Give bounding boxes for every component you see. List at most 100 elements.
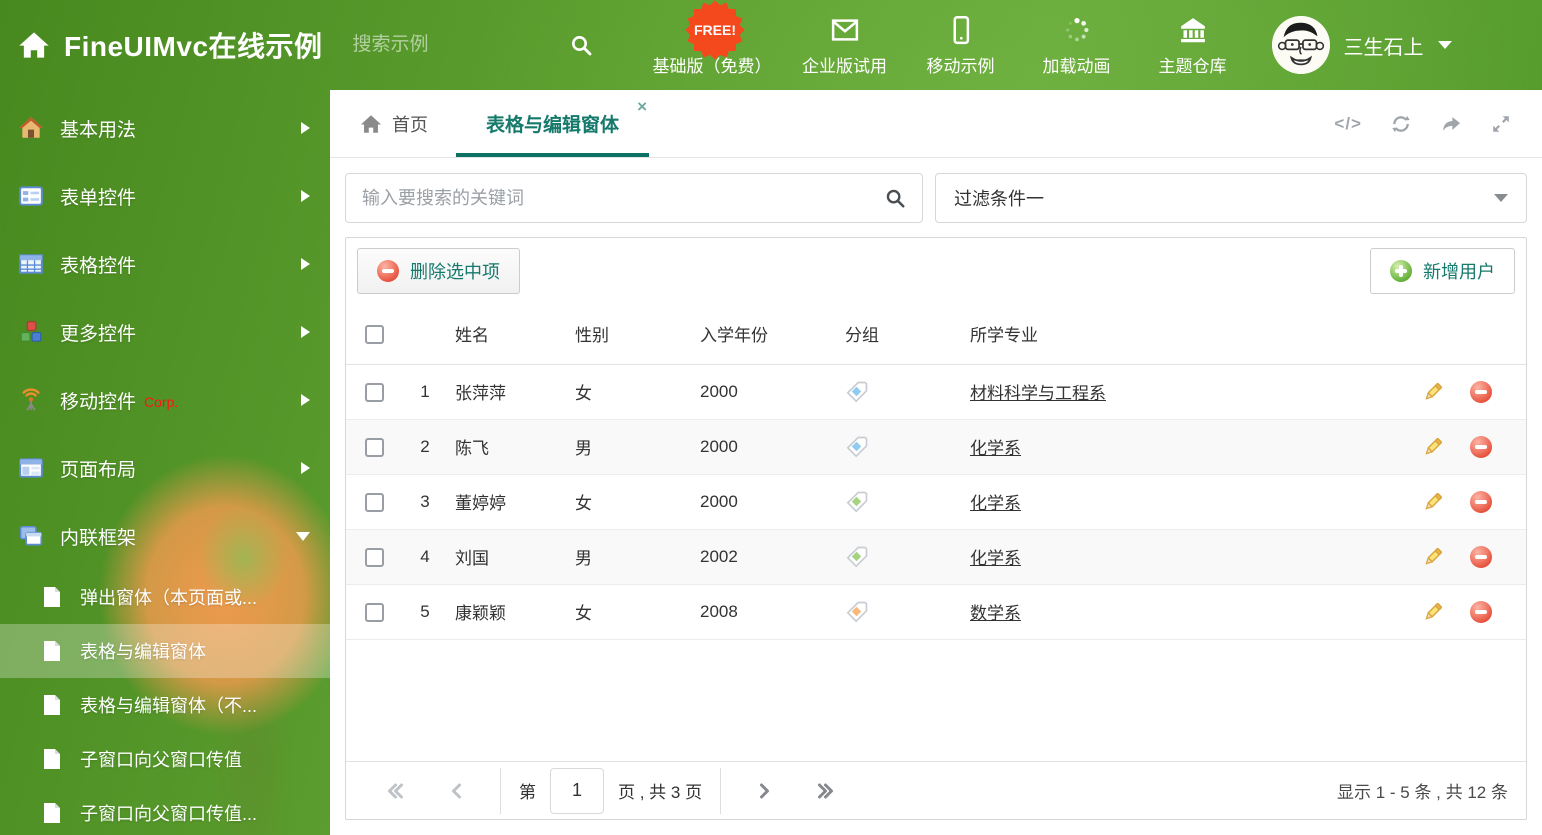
tab-label: 首页 [392, 114, 428, 135]
row-checkbox[interactable] [364, 382, 384, 402]
major-link[interactable]: 材料科学与工程系 [970, 384, 1106, 403]
tab-tools: </> [1334, 90, 1542, 157]
chevron-right-icon [301, 258, 310, 270]
plus-circle-icon [1390, 260, 1412, 282]
envelope-icon [830, 13, 860, 45]
major-link[interactable]: 化学系 [970, 494, 1021, 513]
table-row: 4 刘国 男 2002 化学系 [346, 529, 1526, 585]
delete-selected-button[interactable]: 删除选中项 [357, 248, 520, 294]
delete-icon[interactable] [1470, 435, 1492, 458]
fullscreen-icon[interactable] [1490, 113, 1512, 135]
sidebar-subitem-grid-edit-window-2[interactable]: 表格与编辑窗体（不... [0, 678, 330, 732]
close-icon[interactable]: × [637, 98, 647, 115]
edit-icon[interactable] [1421, 380, 1445, 404]
chevron-right-icon [301, 122, 310, 134]
user-menu[interactable]: 三生石上 [1271, 16, 1452, 74]
refresh-icon[interactable] [1390, 113, 1412, 135]
sidebar-subitem-child-to-parent-2[interactable]: 子窗口向父窗口传值... [0, 786, 330, 835]
delete-icon[interactable] [1470, 380, 1492, 403]
row-checkbox[interactable] [364, 547, 384, 567]
sidebar-subitem-grid-edit-window[interactable]: 表格与编辑窗体 [0, 624, 330, 678]
nav-theme-repo[interactable]: 主题仓库 [1150, 13, 1236, 77]
prev-page-button[interactable] [439, 779, 475, 803]
add-user-button[interactable]: 新增用户 [1370, 248, 1515, 294]
grid-toolbar: 删除选中项 新增用户 [346, 238, 1526, 304]
caret-down-icon [1437, 41, 1452, 49]
share-icon[interactable] [1440, 113, 1462, 135]
row-checkbox[interactable] [364, 492, 384, 512]
free-badge-label: FREE! [694, 22, 736, 38]
major-link[interactable]: 化学系 [970, 439, 1021, 458]
delete-icon[interactable] [1470, 545, 1492, 568]
major-link[interactable]: 数学系 [970, 604, 1021, 623]
caret-down-icon [1494, 194, 1508, 202]
page-number-input[interactable] [550, 767, 604, 814]
select-all-checkbox[interactable] [364, 324, 384, 344]
user-table: 姓名 性别 入学年份 分组 所学专业 1 张萍萍 女 2000 材料科学与工程系… [346, 304, 1526, 640]
sidebar-item-page-layout[interactable]: 页面布局 [0, 434, 330, 502]
col-year: 入学年份 [693, 304, 838, 365]
header-search-input[interactable] [352, 34, 503, 56]
sidebar-item-form-controls[interactable]: 表单控件 [0, 162, 330, 230]
sidebar-subitem-child-to-parent[interactable]: 子窗口向父窗口传值 [0, 732, 330, 786]
tab-home[interactable]: 首页 [360, 90, 428, 157]
source-code-icon[interactable]: </> [1334, 114, 1362, 134]
sidebar-item-more-controls[interactable]: 更多控件 [0, 298, 330, 366]
tab-bar: 首页 表格与编辑窗体 × </> [330, 90, 1542, 158]
filter-dropdown[interactable]: 过滤条件一 [935, 173, 1527, 223]
avatar [1271, 16, 1330, 74]
col-group: 分组 [838, 304, 963, 365]
filter-dropdown-value: 过滤条件一 [954, 189, 1044, 209]
table-row: 3 董婷婷 女 2000 化学系 [346, 474, 1526, 530]
major-link[interactable]: 化学系 [970, 549, 1021, 568]
last-page-button[interactable] [808, 779, 844, 803]
sidebar-item-grid-controls[interactable]: 表格控件 [0, 230, 330, 298]
delete-icon[interactable] [1470, 600, 1492, 623]
edit-icon[interactable] [1421, 435, 1445, 459]
next-page-button[interactable] [746, 779, 782, 803]
brand[interactable]: FineUIMvc在线示例 [0, 25, 323, 65]
first-page-button[interactable] [377, 779, 413, 803]
col-gender: 性别 [568, 304, 693, 365]
page-prefix: 第 [519, 783, 536, 802]
nav-loading-animations[interactable]: 加载动画 [1034, 13, 1120, 77]
table-header-row: 姓名 性别 入学年份 分组 所学专业 [346, 304, 1526, 365]
edit-icon[interactable] [1421, 600, 1445, 624]
sidebar-item-basic-usage[interactable]: 基本用法 [0, 94, 330, 162]
free-badge: FREE! [685, 0, 745, 60]
col-name: 姓名 [448, 304, 568, 365]
search-icon[interactable] [884, 187, 906, 209]
record-count-info: 显示 1 - 5 条 , 共 12 条 [1337, 783, 1508, 802]
antenna-icon [18, 387, 44, 413]
tag-icon [845, 545, 869, 569]
file-icon [42, 748, 62, 770]
grid-spacer [346, 640, 1526, 762]
sidebar-item-mobile-controls[interactable]: 移动控件 Corp. [0, 366, 330, 434]
sidebar-subitem-popup-window[interactable]: 弹出窗体（本页面或... [0, 570, 330, 624]
edit-icon[interactable] [1421, 490, 1445, 514]
frames-icon [18, 523, 44, 549]
search-icon[interactable] [569, 33, 593, 57]
header-search [352, 33, 593, 57]
content-area: 过滤条件一 删除选中项 新增用户 [330, 158, 1542, 835]
nav-label: 主题仓库 [1158, 57, 1227, 76]
phone-icon [946, 13, 976, 45]
tab-grid-edit-window[interactable]: 表格与编辑窗体 × [456, 90, 650, 157]
row-checkbox[interactable] [364, 437, 384, 457]
delete-icon[interactable] [1470, 490, 1492, 513]
keyword-search-input[interactable] [362, 187, 884, 209]
row-checkbox[interactable] [364, 602, 384, 622]
nav-enterprise-trial[interactable]: 企业版试用 [802, 13, 888, 77]
edit-icon[interactable] [1421, 545, 1445, 569]
table-icon [18, 251, 44, 277]
main-panel: 首页 表格与编辑窗体 × </> 输入要搜索的关键词 过滤条件一 删除选中项 新… [330, 90, 1542, 835]
sidebar-item-iframe[interactable]: 内联框架 [0, 502, 330, 570]
tab-label: 表格与编辑窗体 [486, 115, 620, 136]
corp-badge: Corp. [144, 394, 179, 410]
tag-icon [845, 435, 869, 459]
app-title: FineUIMvc在线示例 [64, 31, 323, 62]
nav-label: 移动示例 [926, 57, 995, 76]
nav-mobile-demo[interactable]: 移动示例 [918, 13, 1004, 77]
keyword-search [345, 173, 923, 223]
tag-icon [845, 490, 869, 514]
